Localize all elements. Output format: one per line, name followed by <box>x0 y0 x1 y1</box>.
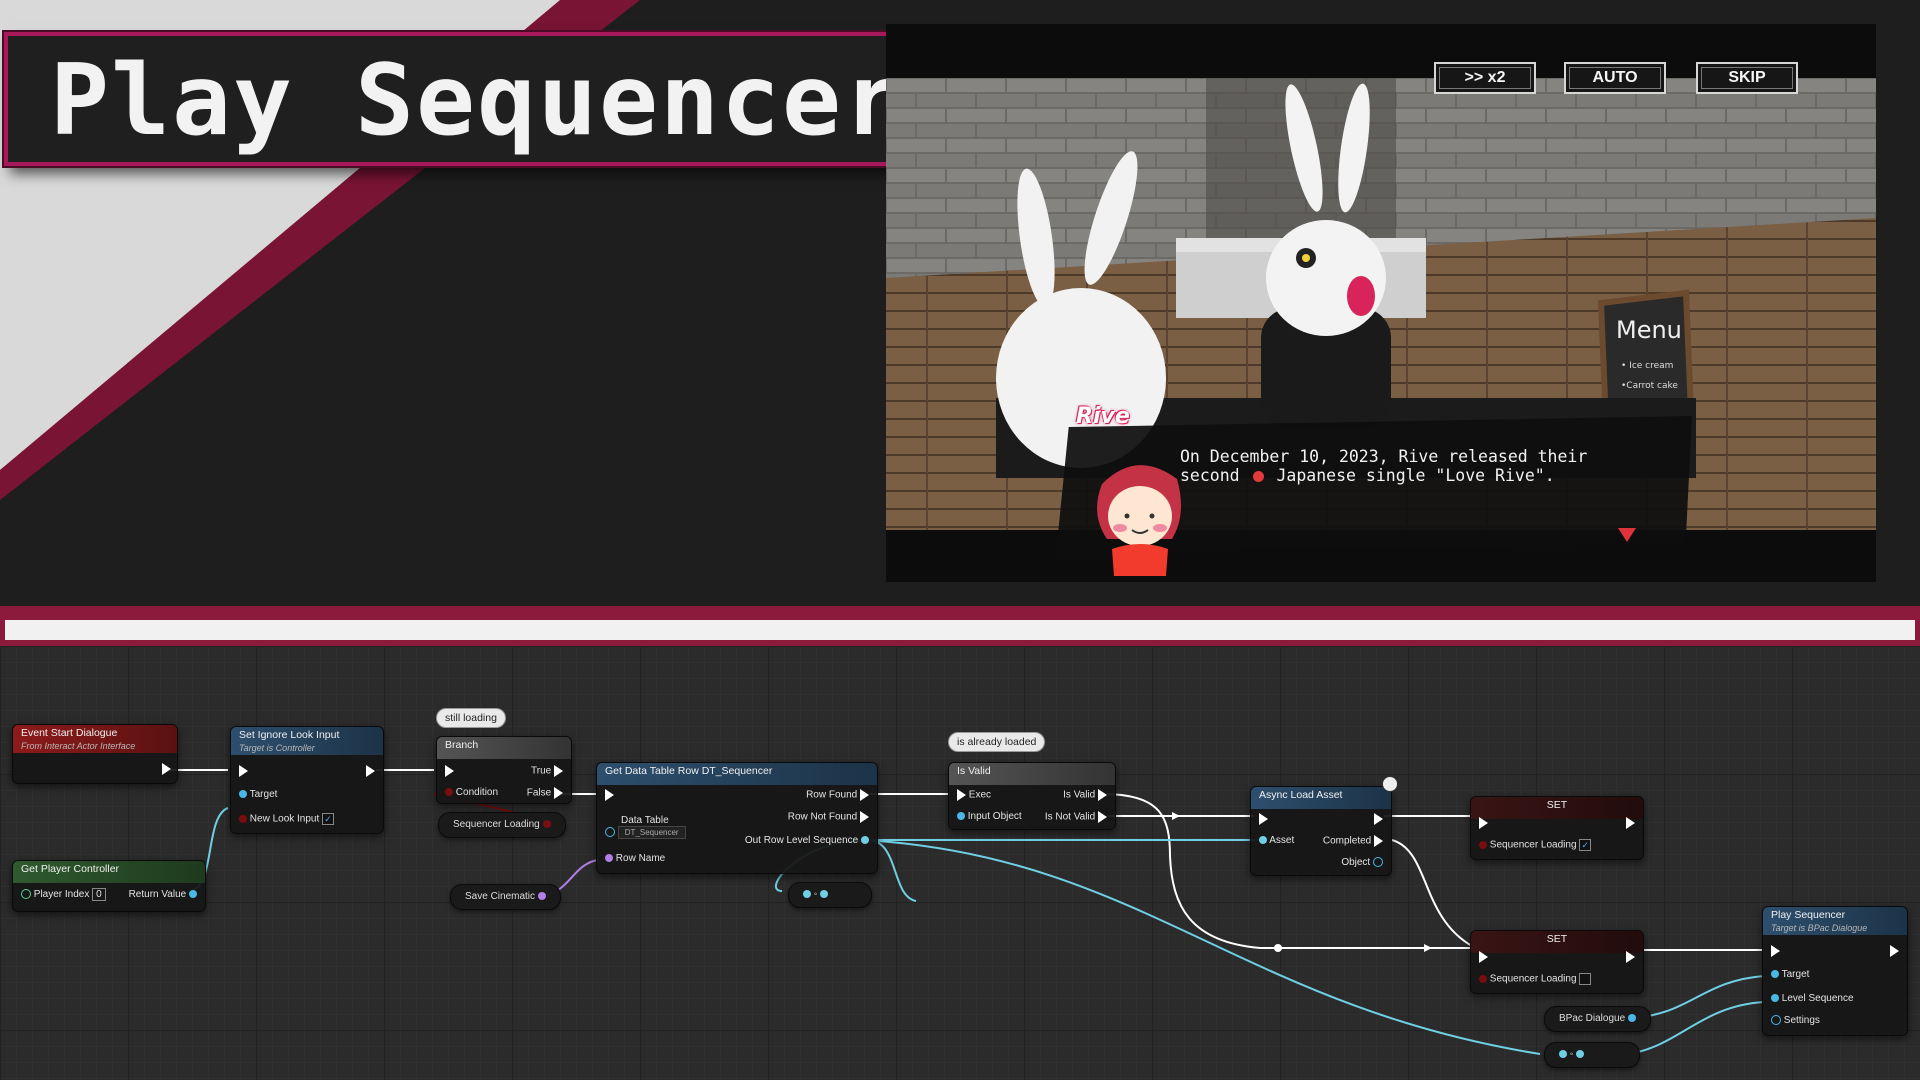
speed-x2-button[interactable]: >> x2 <box>1434 62 1536 94</box>
target-pin[interactable]: Target <box>1771 969 1809 980</box>
true-pin[interactable]: True <box>531 765 563 777</box>
settings-pin[interactable]: Settings <box>1771 1015 1820 1026</box>
node-title: Get Data Table Row DT_Sequencer <box>605 765 773 777</box>
exec-in-pin[interactable] <box>605 789 614 801</box>
target-pin[interactable]: Target <box>239 789 277 800</box>
row-name-pin[interactable]: Row Name <box>605 853 665 864</box>
exec-in-pin[interactable] <box>1479 817 1488 829</box>
node-title: Async Load Asset <box>1259 789 1343 801</box>
section-divider <box>0 606 1920 646</box>
node-branch[interactable]: Branch True Condition False <box>436 736 572 804</box>
node-subtitle: Target is BPac Dialogue <box>1771 923 1868 933</box>
exec-in-pin[interactable] <box>239 765 248 777</box>
var-bpac-dialogue[interactable]: BPac Dialogue <box>1544 1006 1651 1032</box>
data-table-pin[interactable]: DT_Sequencer <box>605 826 686 839</box>
skip-button[interactable]: SKIP <box>1696 62 1798 94</box>
node-title: Branch <box>445 739 479 751</box>
exec-out-pin[interactable] <box>1626 951 1635 963</box>
var-save-cinematic[interactable]: Save Cinematic <box>450 884 561 910</box>
completed-pin[interactable]: Completed <box>1323 835 1383 847</box>
false-pin[interactable]: False <box>527 787 563 799</box>
menu-item-2: •Carrot cake <box>1621 381 1678 391</box>
reroute-node-1[interactable]: ◦ <box>788 882 872 908</box>
input-object-pin[interactable]: Input Object <box>957 811 1022 822</box>
level-sequence-pin[interactable]: Level Sequence <box>1771 993 1854 1004</box>
game-viewport: Menu • Ice cream •Carrot cake >> x2 AUTO… <box>886 24 1876 582</box>
comment-is-already-loaded[interactable]: is already loaded <box>948 732 1046 752</box>
asset-pin[interactable]: Asset <box>1259 835 1294 846</box>
comment-still-loading[interactable]: still loading <box>436 708 506 728</box>
dialogue-line-2: second Japanese single "Love Rive". <box>1180 466 1555 485</box>
next-arrow-icon[interactable] <box>1618 528 1636 542</box>
exec-out-pin[interactable] <box>366 765 375 777</box>
node-set-sequencer-loading-true[interactable]: SET Sequencer Loading ✓ <box>1470 796 1644 860</box>
exec-in-pin[interactable] <box>1771 945 1780 957</box>
is-valid-pin[interactable]: Is Valid <box>1063 789 1107 801</box>
exec-in-pin[interactable] <box>1259 813 1268 825</box>
dialogue-line-1: On December 10, 2023, Rive released thei… <box>1180 447 1588 466</box>
row-not-found-pin[interactable]: Row Not Found <box>788 811 869 823</box>
exec-out-pin[interactable] <box>1374 813 1383 825</box>
exec-in-pin[interactable] <box>1479 951 1488 963</box>
menu-sign-text: Menu <box>1616 316 1682 344</box>
blueprint-graph[interactable]: still loading is already loaded Event St… <box>0 646 1920 1080</box>
player-index-pin[interactable]: Player Index 0 <box>21 888 106 901</box>
exec-out-pin[interactable] <box>1626 817 1635 829</box>
object-pin[interactable]: Object <box>1341 857 1383 868</box>
node-title: Play Sequencer <box>1771 909 1846 921</box>
new-look-input-pin[interactable]: New Look Input ✓ <box>239 813 335 825</box>
condition-pin[interactable]: Condition <box>445 787 498 798</box>
node-title: Is Valid <box>957 765 991 777</box>
node-title: SET <box>1546 933 1568 945</box>
character-portrait <box>1097 465 1181 576</box>
event-subtitle: From Interact Actor Interface <box>21 741 136 751</box>
out-row-pin[interactable]: Out Row Level Sequence <box>745 835 869 846</box>
menu-item-1: • Ice cream <box>1621 361 1673 371</box>
sequencer-loading-pin[interactable]: Sequencer Loading ✓ <box>1479 839 1592 851</box>
node-get-data-table-row[interactable]: Get Data Table Row DT_Sequencer Row Foun… <box>596 762 878 874</box>
exec-in-pin[interactable]: Exec <box>957 789 991 801</box>
return-value-pin[interactable]: Return Value <box>129 889 197 900</box>
node-title: Set Ignore Look Input <box>239 729 340 741</box>
event-title: Event Start Dialogue <box>21 727 118 739</box>
auto-button[interactable]: AUTO <box>1564 62 1666 94</box>
node-set-ignore-look-input[interactable]: Set Ignore Look Input Target is Controll… <box>230 726 384 834</box>
node-set-sequencer-loading-false[interactable]: SET Sequencer Loading <box>1470 930 1644 994</box>
data-table-label: Data Table <box>621 815 669 826</box>
row-found-pin[interactable]: Row Found <box>806 789 869 801</box>
sequencer-loading-pin[interactable]: Sequencer Loading <box>1479 973 1592 985</box>
node-is-valid[interactable]: Is Valid Exec Is Valid Input Object Is N… <box>948 762 1116 830</box>
page-title: Play Sequencer <box>50 44 905 158</box>
thumbnail-top-section: Play Sequencer Menu • Ice cream •Carrot … <box>0 0 1920 606</box>
exec-out-pin[interactable] <box>1890 945 1899 957</box>
speaker-name: Rive <box>1076 404 1130 429</box>
reroute-node-2[interactable]: ◦ <box>1544 1042 1640 1068</box>
node-play-sequencer[interactable]: Play Sequencer Target is BPac Dialogue T… <box>1762 906 1908 1036</box>
data-table-dropdown[interactable]: DT_Sequencer <box>617 826 686 839</box>
latent-clock-icon <box>1382 776 1398 792</box>
node-subtitle: Target is Controller <box>239 743 315 753</box>
node-get-player-controller[interactable]: Get Player Controller Player Index 0 Ret… <box>12 860 206 912</box>
red-gem-icon <box>1252 471 1264 482</box>
node-event-start-dialogue[interactable]: Event Start Dialogue From Interact Actor… <box>12 724 178 784</box>
exec-out-pin[interactable] <box>162 763 171 775</box>
node-async-load-asset[interactable]: Async Load Asset Asset Completed Object <box>1250 786 1392 876</box>
node-title: SET <box>1546 799 1568 811</box>
title-banner: Play Sequencer <box>4 32 1000 166</box>
is-not-valid-pin[interactable]: Is Not Valid <box>1045 811 1107 823</box>
exec-in-pin[interactable] <box>445 765 454 777</box>
var-sequencer-loading[interactable]: Sequencer Loading <box>438 812 566 838</box>
node-title: Get Player Controller <box>21 863 120 875</box>
